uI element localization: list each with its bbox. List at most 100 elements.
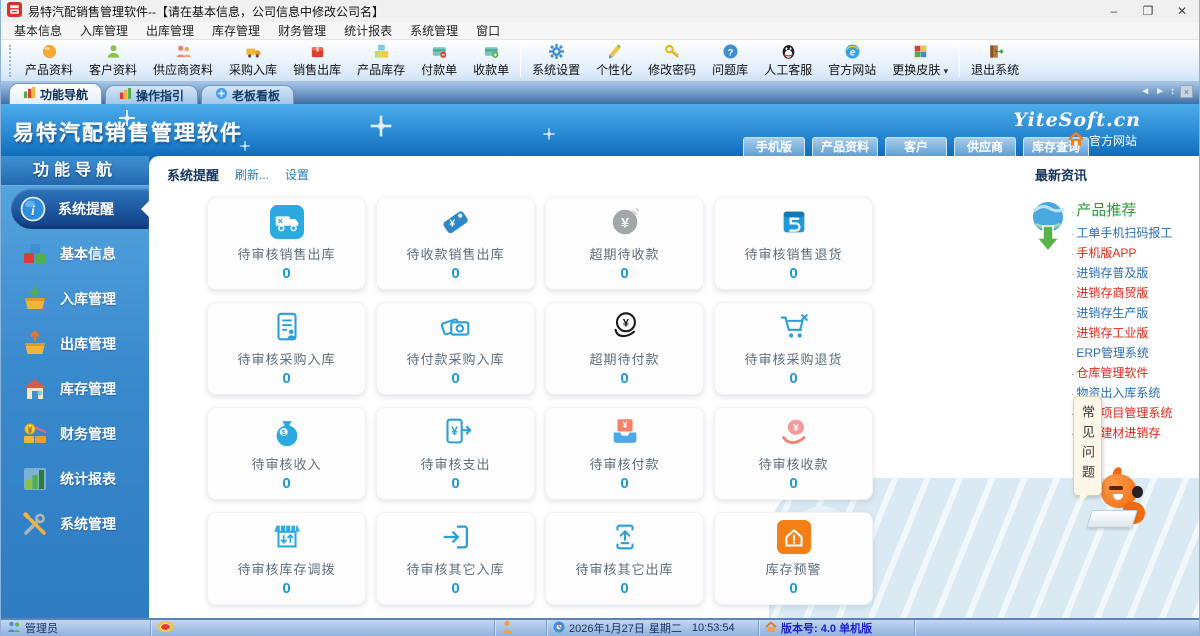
sidebar-item-7[interactable]: 系统管理	[1, 501, 149, 546]
card-inbox-pay[interactable]: ¥ 待审核付款 0	[545, 407, 704, 500]
card-label: 待审核销售出库	[237, 247, 336, 262]
news-featured-link[interactable]: · 产品推荐	[1071, 200, 1199, 224]
toolbar-question-button[interactable]: ? 问题库	[704, 42, 756, 80]
toolbar-receipt-button[interactable]: 收款单	[465, 42, 517, 80]
card-tag[interactable]: ¥ 待收款销售出库 0	[376, 197, 535, 290]
restore-button[interactable]: ❐	[1131, 0, 1165, 22]
menu-item-3[interactable]: 库存管理	[203, 21, 269, 40]
banner-button-0[interactable]: 手机版	[743, 137, 805, 156]
news-link-3[interactable]: · 进销存商贸版	[1071, 284, 1199, 304]
sidebar-item-5[interactable]: ¥ 财务管理	[1, 411, 149, 456]
card-truck[interactable]: 待审核销售出库 0	[207, 197, 366, 290]
tab-2[interactable]: 老板看板	[201, 85, 295, 104]
card-hand-coin[interactable]: ¥ 待审核收款 0	[714, 407, 873, 500]
toolbar-separator	[520, 44, 522, 77]
menu-item-4[interactable]: 财务管理	[269, 21, 335, 40]
toolbar-customer-button[interactable]: 客户资料	[81, 42, 145, 80]
news-link-1[interactable]: · 手机版APP	[1071, 244, 1199, 264]
card-cash-hand[interactable]: 待付款采购入库 0	[376, 302, 535, 395]
toolbar-product-button[interactable]: 产品资料	[17, 42, 81, 80]
toolbar-service-button[interactable]: 人工客服	[756, 42, 820, 80]
sparkle-icon	[370, 115, 392, 137]
card-coin-gray[interactable]: ¥ 超期待收款 0	[545, 197, 704, 290]
purchase-in-icon	[245, 43, 262, 60]
menu-item-7[interactable]: 窗口	[467, 21, 509, 40]
toolbar-settings-button[interactable]: 系统设置	[524, 42, 588, 80]
card-warning[interactable]: 库存预警 0	[714, 512, 873, 605]
tabstrip-close-icon[interactable]: ×	[1180, 85, 1193, 98]
sidebar-item-1[interactable]: 基本信息	[1, 231, 149, 276]
users-icon	[7, 621, 21, 636]
pay-overdue-icon: ¥	[608, 310, 642, 347]
svg-text:¥: ¥	[622, 420, 627, 430]
sidebar-item-2[interactable]: 入库管理	[1, 276, 149, 321]
sidebar-item-0[interactable]: i 系统提醒	[11, 188, 149, 229]
tab-0[interactable]: 功能导航	[9, 83, 103, 104]
return-box-icon	[777, 205, 811, 242]
menu-item-1[interactable]: 入库管理	[71, 21, 137, 40]
toolbar-skin-button[interactable]: 更换皮肤 ▾	[884, 42, 956, 80]
close-button[interactable]: ✕	[1165, 0, 1199, 22]
card-label: 超期待收款	[589, 247, 660, 262]
tabstrip-control-1[interactable]: ►	[1155, 86, 1165, 97]
card-other-out[interactable]: 待审核其它出库 0	[545, 512, 704, 605]
card-other-in[interactable]: 待审核其它入库 0	[376, 512, 535, 605]
sparkle-icon	[543, 128, 555, 140]
banner-button-1[interactable]: 产品资料	[812, 137, 879, 156]
tabstrip-control-2[interactable]: ↕	[1170, 86, 1175, 97]
basket-in-icon	[21, 285, 49, 313]
menu-item-6[interactable]: 系统管理	[401, 21, 467, 40]
card-transfer[interactable]: 待审核库存调拨 0	[207, 512, 366, 605]
menu-bar: 基本信息 入库管理 出库管理 库存管理 财务管理 统计报表 系统管理 窗口	[1, 22, 1199, 40]
news-link-0[interactable]: · 工单手机扫码报工	[1071, 224, 1199, 244]
toolbar-payment-button[interactable]: 付款单	[413, 42, 465, 80]
card-expense[interactable]: ¥ 待审核支出 0	[376, 407, 535, 500]
skin-icon	[912, 43, 929, 60]
toolbar-password-button[interactable]: 修改密码	[640, 42, 704, 80]
card-value: 0	[282, 580, 291, 597]
toolbar-supplier-button[interactable]: 供应商资料	[145, 42, 221, 80]
card-label: 待审核其它入库	[406, 562, 505, 577]
faq-badge[interactable]: 常见问题	[1073, 396, 1102, 503]
banner-button-2[interactable]: 客户	[885, 137, 948, 156]
chart-icon	[21, 465, 49, 493]
card-cart-x[interactable]: 待审核采购退货 0	[714, 302, 873, 395]
sales-out-icon	[309, 43, 326, 60]
statusbar-weekday: 星期二	[648, 623, 682, 635]
sidebar-item-6[interactable]: 统计报表	[1, 456, 149, 501]
menu-item-5[interactable]: 统计报表	[335, 21, 401, 40]
news-panel: 最新资讯 · 产品推荐 · 工单手机扫码报工 · 手机版APP · 进销存普及版 · 进销存商贸版…	[1021, 156, 1199, 618]
news-link-7[interactable]: · 仓库管理软件	[1071, 364, 1199, 384]
toolbar-website-button[interactable]: e 官方网站	[820, 42, 884, 80]
refresh-link[interactable]: 刷新...	[235, 166, 269, 183]
card-value: 0	[789, 265, 798, 282]
card-doc-person[interactable]: 待审核采购入库 0	[207, 302, 366, 395]
menu-item-0[interactable]: 基本信息	[5, 21, 71, 40]
sidebar-item-3[interactable]: 出库管理	[1, 321, 149, 366]
news-link-4[interactable]: · 进销存生产版	[1071, 304, 1199, 324]
settings-link[interactable]: 设置	[285, 166, 309, 183]
toolbar-product-stock-button[interactable]: 产品库存	[349, 42, 413, 80]
toolbar-sales-out-button[interactable]: 销售出库	[285, 42, 349, 80]
banner-button-3[interactable]: 供应商	[954, 137, 1017, 156]
tabstrip-control-0[interactable]: ◄	[1140, 86, 1150, 97]
tab-1[interactable]: 操作指引	[105, 85, 199, 104]
main-panel: 系统提醒 刷新... 设置 待审核销售出库 0 ¥ 待收款销售出库 0 ¥ 超期待收款 0 待审…	[149, 156, 1199, 618]
status-bar: 管理员 2026年1月27日 星期二 10:53:54 版本号: 4.0 单机版	[1, 618, 1199, 636]
menu-item-2[interactable]: 出库管理	[137, 21, 203, 40]
toolbar-purchase-in-button[interactable]: 采购入库	[221, 42, 285, 80]
card-moneybag[interactable]: $ 待审核收入 0	[207, 407, 366, 500]
card-return-box[interactable]: 待审核销售退货 0	[714, 197, 873, 290]
news-link-2[interactable]: · 进销存普及版	[1071, 264, 1199, 284]
sidebar-item-4[interactable]: 库存管理	[1, 366, 149, 411]
toolbar-exit-button[interactable]: 退出系统	[963, 42, 1027, 80]
toolbar-personalize-button[interactable]: 个性化	[588, 42, 640, 80]
news-link-6[interactable]: · ERP管理系统	[1071, 344, 1199, 364]
official-site-link[interactable]: 官方网站	[1068, 131, 1137, 149]
news-body: · 产品推荐 · 工单手机扫码报工 · 手机版APP · 进销存普及版 · 进销存商贸版 · 进销存生…	[1021, 200, 1199, 444]
card-value: 0	[282, 475, 291, 492]
minimize-button[interactable]: –	[1097, 0, 1131, 22]
password-icon	[664, 43, 681, 60]
card-pay-overdue[interactable]: ¥ 超期待付款 0	[545, 302, 704, 395]
news-link-5[interactable]: · 进销存工业版	[1071, 324, 1199, 344]
